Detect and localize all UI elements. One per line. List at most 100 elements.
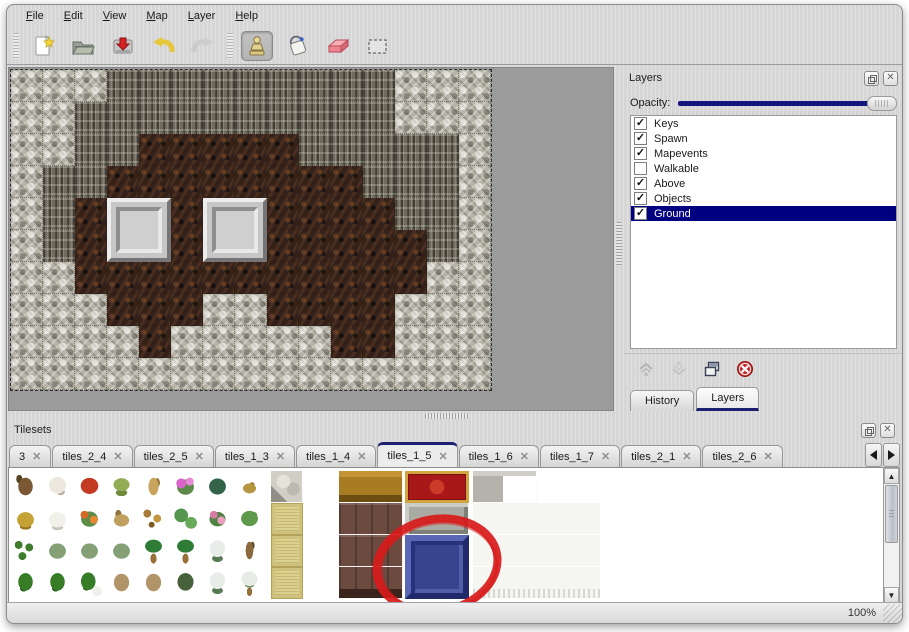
map-tile-brown-floor[interactable] — [203, 166, 235, 198]
map-tile-brown-floor[interactable] — [139, 326, 171, 358]
map-tile-brown-floor[interactable] — [171, 134, 203, 166]
map-tile-light-rock[interactable] — [395, 326, 427, 358]
map-tile-brown-floor[interactable] — [267, 198, 299, 230]
map-tile-brown-floor[interactable] — [203, 262, 235, 294]
tileset-tile-cloth-white[interactable] — [473, 535, 601, 567]
tileset-tile-snow-mound[interactable] — [42, 503, 74, 535]
map-tile-dark-cliff[interactable] — [139, 70, 171, 102]
map-tile-brown-floor[interactable] — [171, 166, 203, 198]
tileset-tile-tree-trunk[interactable] — [10, 471, 42, 503]
map-tile-dark-cliff[interactable] — [267, 70, 299, 102]
map-tile-light-rock[interactable] — [43, 294, 75, 326]
map-tile-light-rock[interactable] — [395, 358, 427, 390]
checked-checkbox-icon[interactable]: ✓ — [634, 117, 647, 130]
map-tile-dark-cliff[interactable] — [235, 70, 267, 102]
map-tile-light-rock[interactable] — [139, 358, 171, 390]
layer-row-mapevents[interactable]: ✓Mapevents — [631, 146, 896, 161]
map-tile-brown-floor[interactable] — [395, 230, 427, 262]
map-tile-brown-floor[interactable] — [75, 198, 107, 230]
layer-row-walkable[interactable]: Walkable — [631, 161, 896, 176]
map-tile-dark-cliff[interactable] — [75, 102, 107, 134]
tileset-tile-tree-white[interactable] — [42, 471, 74, 503]
menu-file[interactable]: File — [17, 8, 53, 24]
map-tile-light-rock[interactable] — [427, 294, 459, 326]
tileset-tile-flowers-orange[interactable] — [74, 503, 106, 535]
tileset-tab-tiles_1_4[interactable]: tiles_1_4✕ — [296, 445, 376, 467]
scroll-tabs-right-button[interactable] — [883, 443, 900, 467]
close-tab-icon[interactable]: ✕ — [520, 450, 529, 463]
scrollbar-thumb[interactable] — [885, 485, 898, 543]
float-panel-icon[interactable] — [861, 423, 876, 438]
map-tile-brown-floor[interactable] — [363, 230, 395, 262]
tileset-tile-cloth-white-fringe[interactable] — [473, 567, 601, 599]
map-tile-light-rock[interactable] — [459, 230, 491, 262]
move-layer-down-button[interactable] — [669, 359, 689, 379]
map-tile-light-rock[interactable] — [107, 358, 139, 390]
map-tile-dark-cliff[interactable] — [427, 198, 459, 230]
map-tile-light-rock[interactable] — [11, 166, 43, 198]
tileset-tab-tiles_1_7[interactable]: tiles_1_7✕ — [540, 445, 620, 467]
map-tile-light-rock[interactable] — [11, 134, 43, 166]
tileset-tile-palm-trunk[interactable] — [234, 535, 266, 567]
map-tile-brown-floor[interactable] — [299, 230, 331, 262]
resize-grip[interactable] — [883, 604, 902, 623]
toolbar-grip[interactable] — [227, 33, 233, 59]
map-tile-dark-cliff[interactable] — [363, 102, 395, 134]
map-tile-light-rock[interactable] — [43, 326, 75, 358]
map-tile-brown-floor[interactable] — [107, 262, 139, 294]
tileset-tile-cloth-white[interactable] — [473, 503, 601, 535]
map-tile-light-rock[interactable] — [203, 358, 235, 390]
map-tile-dark-cliff[interactable] — [203, 102, 235, 134]
map-tile-light-rock[interactable] — [235, 358, 267, 390]
map-tile-dark-cliff[interactable] — [299, 70, 331, 102]
map-tile-dark-cliff[interactable] — [395, 166, 427, 198]
map-tile-brown-floor[interactable] — [171, 262, 203, 294]
layer-row-objects[interactable]: ✓Objects — [631, 191, 896, 206]
map-tile-light-rock[interactable] — [11, 70, 43, 102]
map-tile-brown-floor[interactable] — [171, 198, 203, 230]
layer-row-keys[interactable]: ✓Keys — [631, 116, 896, 131]
map-tile-light-rock[interactable] — [267, 326, 299, 358]
map-tile-dark-cliff[interactable] — [427, 134, 459, 166]
map-tile-brown-floor[interactable] — [363, 294, 395, 326]
tileset-tile-stone-corner[interactable] — [271, 471, 303, 503]
delete-layer-button[interactable] — [735, 359, 755, 379]
close-panel-icon[interactable]: ✕ — [880, 423, 895, 438]
checked-checkbox-icon[interactable]: ✓ — [634, 132, 647, 145]
map-tile-brown-floor[interactable] — [395, 262, 427, 294]
map-tile-brown-floor[interactable] — [75, 230, 107, 262]
map-tile-light-rock[interactable] — [75, 358, 107, 390]
map-tile-dark-cliff[interactable] — [235, 102, 267, 134]
scroll-tabs-left-button[interactable] — [865, 443, 882, 467]
menu-help[interactable]: Help — [226, 8, 267, 24]
checked-checkbox-icon[interactable]: ✓ — [634, 192, 647, 205]
tileset-tile-pine-snow[interactable] — [202, 567, 234, 599]
map-tile-brown-floor[interactable] — [331, 198, 363, 230]
map-tile-dark-cliff[interactable] — [107, 70, 139, 102]
vertical-splitter[interactable] — [615, 67, 624, 411]
map-tile-dark-cliff[interactable] — [299, 134, 331, 166]
tileset-tile-tatami[interactable] — [271, 567, 303, 599]
map-tile-light-rock[interactable] — [75, 326, 107, 358]
map-tile-light-rock[interactable] — [395, 102, 427, 134]
tileset-tile-palm[interactable] — [138, 535, 170, 567]
tileset-tile-grass-tuft[interactable] — [106, 503, 138, 535]
scroll-down-button[interactable]: ▼ — [884, 587, 899, 603]
map-tile-light-rock[interactable] — [459, 294, 491, 326]
redo-button[interactable] — [187, 31, 219, 61]
tileset-tile-carpet-red[interactable] — [405, 471, 469, 503]
map-tile-light-rock[interactable] — [171, 358, 203, 390]
menu-map[interactable]: Map — [137, 8, 176, 24]
tileset-tile-palm[interactable] — [170, 535, 202, 567]
open-map-button[interactable] — [67, 31, 99, 61]
undo-button[interactable] — [147, 31, 179, 61]
tileset-tile-flower-red[interactable] — [74, 471, 106, 503]
map-tile-brown-floor[interactable] — [331, 262, 363, 294]
close-tab-icon[interactable]: ✕ — [682, 450, 691, 463]
map-tile-brown-floor[interactable] — [299, 294, 331, 326]
map-tile-dark-cliff[interactable] — [363, 134, 395, 166]
checked-checkbox-icon[interactable]: ✓ — [634, 177, 647, 190]
map-tile-light-rock[interactable] — [11, 262, 43, 294]
map-tile-light-rock[interactable] — [43, 70, 75, 102]
tileset-tile-bush-gray[interactable] — [106, 535, 138, 567]
